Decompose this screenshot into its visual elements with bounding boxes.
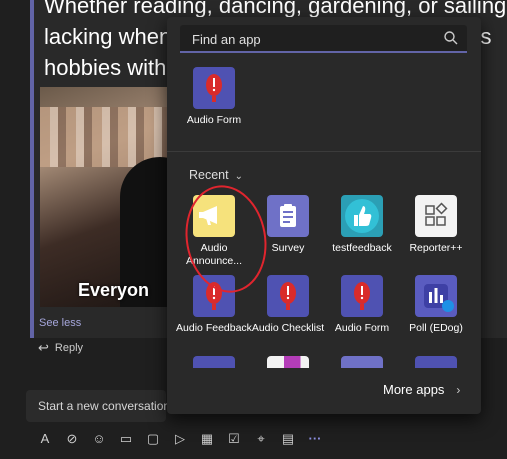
- approvals-icon[interactable]: ☑: [225, 430, 243, 448]
- app-icon-tile: [341, 275, 383, 317]
- app-icon-tile: [193, 67, 235, 109]
- app-tile-testfeedback[interactable]: testfeedback: [324, 195, 400, 255]
- app-label: Audio Form: [186, 114, 242, 126]
- app-label: Audio Form: [334, 322, 390, 334]
- gif-icon[interactable]: ▭: [117, 430, 135, 448]
- recent-label: Recent: [189, 168, 229, 182]
- app-tile-partial[interactable]: [267, 356, 309, 368]
- app-icon-tile: [415, 275, 457, 317]
- app-tile-audio-form[interactable]: Audio Form: [324, 275, 400, 335]
- format-icon[interactable]: A: [36, 430, 54, 448]
- chevron-down-icon: ⌄: [234, 171, 243, 182]
- location-icon[interactable]: ⌖: [252, 430, 270, 448]
- microphone-icon: [206, 74, 222, 102]
- clipboard-icon: [280, 204, 296, 227]
- compose-placeholder: Start a new conversation: [38, 399, 171, 413]
- forms-icon[interactable]: ▤: [279, 430, 297, 448]
- app-label: Audio Checklist: [251, 322, 325, 334]
- app-tile-audio-checklist[interactable]: Audio Checklist: [250, 275, 326, 335]
- app-label: Audio Feedback: [176, 322, 252, 334]
- app-tile-reporter[interactable]: Reporter++: [398, 195, 474, 255]
- app-tile-partial[interactable]: [193, 356, 235, 368]
- compose-toolbar: A ⊘ ☺ ▭ ▢ ▷ ▦ ☑ ⌖ ▤ ···: [36, 430, 324, 448]
- reply-label: Reply: [54, 342, 84, 354]
- chevron-right-icon: ›: [456, 382, 461, 397]
- app-label: testfeedback: [332, 242, 392, 254]
- thumbs-up-icon: [345, 199, 379, 233]
- poll-icon: [424, 284, 454, 312]
- video-thumbnail[interactable]: Everyon: [40, 87, 180, 307]
- microphone-icon: [280, 282, 296, 310]
- reply-button[interactable]: ↩ Reply: [38, 340, 83, 356]
- more-icon[interactable]: ···: [306, 430, 324, 448]
- compose-box[interactable]: Start a new conversation: [26, 390, 170, 422]
- shapes-icon: [425, 202, 448, 226]
- app-tile-audio-form-pinned[interactable]: Audio Form: [176, 67, 252, 127]
- section-divider: [167, 151, 481, 152]
- see-less-link[interactable]: See less: [39, 317, 81, 329]
- search-icon[interactable]: [443, 30, 459, 46]
- app-label: Poll (EDog): [409, 322, 463, 334]
- app-tile-partial[interactable]: [415, 356, 457, 368]
- more-apps-button[interactable]: More apps ›: [383, 382, 460, 397]
- app-search-box[interactable]: [180, 25, 467, 53]
- emoji-icon[interactable]: ☺: [90, 430, 108, 448]
- app-label: Reporter++: [409, 242, 463, 254]
- send-later-icon[interactable]: ▷: [171, 430, 189, 448]
- more-apps-label: More apps: [383, 382, 445, 397]
- app-icon-tile: [415, 195, 457, 237]
- video-caption: Everyon: [78, 280, 150, 300]
- app-icon-tile: [341, 195, 383, 237]
- sticker-icon[interactable]: ▢: [144, 430, 162, 448]
- microphone-icon: [354, 282, 370, 310]
- app-icon-tile: [267, 275, 309, 317]
- calendar-icon[interactable]: ▦: [198, 430, 216, 448]
- reply-icon: ↩: [38, 340, 49, 355]
- app-tile-partial[interactable]: [341, 356, 383, 368]
- attach-icon[interactable]: ⊘: [63, 430, 81, 448]
- app-icon-tile: [267, 195, 309, 237]
- app-tile-poll-edog[interactable]: Poll (EDog): [398, 275, 474, 335]
- app-search-input[interactable]: [190, 28, 434, 50]
- recent-section-header[interactable]: Recent ⌄: [189, 168, 243, 182]
